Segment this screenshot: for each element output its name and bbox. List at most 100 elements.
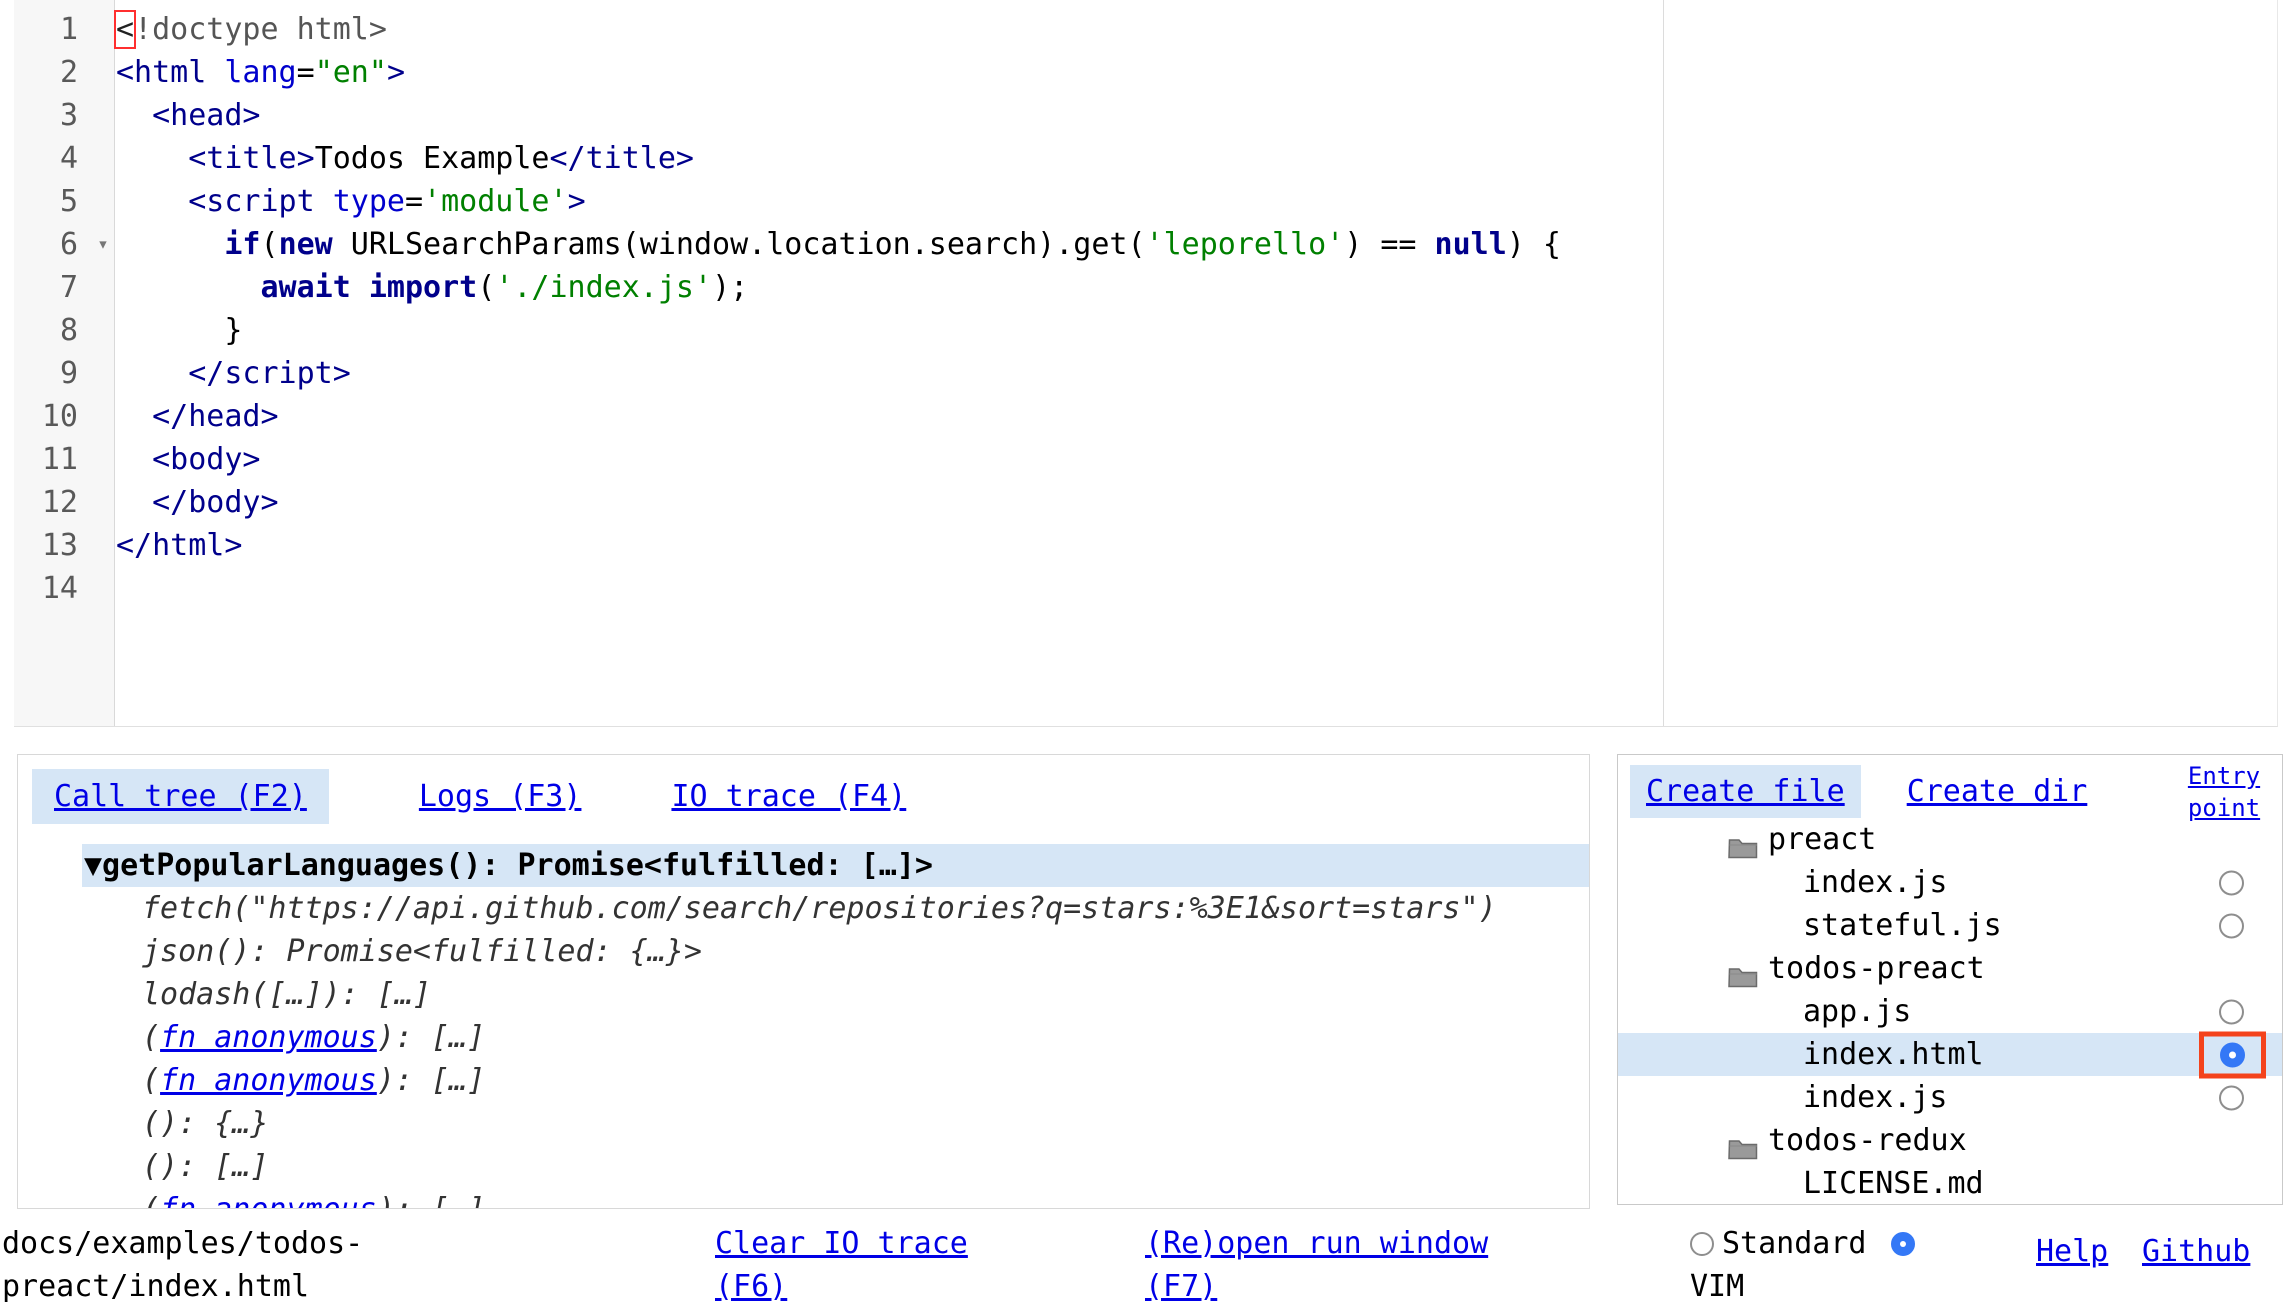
standard-keybinding-radio[interactable]: [1690, 1232, 1714, 1256]
fold-gutter-spacer: [92, 8, 114, 51]
code-token: =: [405, 184, 423, 219]
calltree-row[interactable]: (fn anonymous): […]: [18, 1059, 1589, 1102]
calltree-row-text: (: [142, 1192, 160, 1209]
tree-row-file[interactable]: stateful.js: [1618, 904, 2282, 947]
tree-row-file[interactable]: app.js: [1618, 990, 2282, 1033]
fold-gutter-spacer: [92, 180, 114, 223]
calltree-row[interactable]: fetch("https://api.github.com/search/rep…: [18, 887, 1589, 930]
tree-row-file[interactable]: LICENSE.md: [1618, 1162, 2282, 1205]
code-token: [116, 485, 152, 520]
calltree-row-text: (: [142, 1020, 160, 1055]
code-token: <html: [116, 55, 206, 90]
calltree-row-text: ): […]: [377, 1063, 485, 1098]
calltree-tabs: Call tree (F2) Logs (F3) IO trace (F4): [18, 755, 1589, 824]
code-line[interactable]: await import('./index.js');: [116, 266, 2277, 309]
clear-io-trace-button[interactable]: Clear IO trace (F6): [715, 1222, 1005, 1302]
code-line[interactable]: <body>: [116, 438, 2277, 481]
code-token: </script>: [188, 356, 351, 391]
calltree-tab[interactable]: IO trace (F4): [671, 769, 906, 824]
tree-row-file[interactable]: index.js: [1618, 861, 2282, 904]
fold-arrow-icon[interactable]: ▾: [92, 223, 114, 266]
file-name: app.js: [1803, 990, 1911, 1033]
vim-keybinding-radio[interactable]: [1891, 1232, 1915, 1256]
code-line[interactable]: <!doctype html>: [116, 8, 2277, 51]
reopen-run-window-button[interactable]: (Re)open run window (F7): [1145, 1222, 1565, 1302]
code-area[interactable]: <!doctype html><html lang="en"> <head> <…: [116, 8, 2277, 610]
calltree-tab[interactable]: Logs (F3): [419, 769, 582, 824]
fold-gutter-spacer: [92, 309, 114, 352]
anonymous-fn-link[interactable]: fn anonymous: [160, 1063, 377, 1098]
tree-row-file[interactable]: index.html: [1618, 1033, 2282, 1076]
gutter-row: 5: [14, 180, 114, 223]
tree-row-file[interactable]: index.js: [1618, 1076, 2282, 1119]
calltree-row[interactable]: (fn anonymous): […]: [18, 1016, 1589, 1059]
code-line[interactable]: </html>: [116, 524, 2277, 567]
line-number: 11: [14, 438, 92, 481]
line-number: 4: [14, 137, 92, 180]
tree-row-directory[interactable]: todos-redux: [1618, 1119, 2282, 1162]
code-line[interactable]: <script type='module'>: [116, 180, 2277, 223]
calltree-row[interactable]: lodash([…]): […]: [18, 973, 1589, 1016]
code-line[interactable]: <html lang="en">: [116, 51, 2277, 94]
help-link[interactable]: Help: [2036, 1230, 2108, 1273]
entry-point-radio[interactable]: [2220, 1042, 2245, 1067]
gutter-row: 6▾: [14, 223, 114, 266]
calltree-row-text: (): […]: [142, 1149, 268, 1184]
calltree-row[interactable]: (fn anonymous): […]: [18, 1188, 1589, 1209]
calltree-row[interactable]: (): {…}: [18, 1102, 1589, 1145]
code-token: (: [261, 227, 279, 262]
tree-row-directory[interactable]: preact: [1618, 818, 2282, 861]
line-number: 7: [14, 266, 92, 309]
calltree-row-text: ▼getPopularLanguages(): Promise<fulfille…: [84, 848, 933, 883]
code-editor[interactable]: 123456▾7891011121314 <!doctype html><htm…: [14, 0, 2278, 727]
code-line[interactable]: <title>Todos Example</title>: [116, 137, 2277, 180]
entry-point-radio-slot: [2219, 913, 2244, 938]
code-line[interactable]: if(new URLSearchParams(window.location.s…: [116, 223, 2277, 266]
calltree-row[interactable]: ▼getPopularLanguages(): Promise<fulfille…: [82, 844, 1589, 887]
github-link[interactable]: Github: [2142, 1230, 2250, 1273]
file-panel: Create file Create dir Entry point preac…: [1617, 754, 2283, 1205]
calltree-row[interactable]: json(): Promise<fulfilled: {…}>: [18, 930, 1589, 973]
code-line[interactable]: [116, 567, 2277, 610]
calltree-row[interactable]: (): […]: [18, 1145, 1589, 1188]
entry-point-radio[interactable]: [2219, 870, 2244, 895]
code-token: if: [224, 227, 260, 262]
folder-icon: [1728, 1129, 1758, 1152]
code-token: [116, 399, 152, 434]
code-token: [116, 98, 152, 133]
tree-row-content: LICENSE.md: [1618, 1162, 2282, 1205]
entry-point-radio[interactable]: [2219, 913, 2244, 938]
code-token: );: [712, 270, 748, 305]
line-number: 3: [14, 94, 92, 137]
anonymous-fn-link[interactable]: fn anonymous: [160, 1020, 377, 1055]
code-token: >: [568, 184, 586, 219]
file-panel-header: Create file Create dir Entry point: [1618, 755, 2282, 818]
create-dir-button[interactable]: Create dir: [1907, 765, 2088, 818]
tree-row-directory[interactable]: todos-preact: [1618, 947, 2282, 990]
fold-gutter-spacer: [92, 51, 114, 94]
code-line[interactable]: </head>: [116, 395, 2277, 438]
code-token: [315, 184, 333, 219]
code-token: 'module': [423, 184, 568, 219]
code-line[interactable]: <head>: [116, 94, 2277, 137]
file-name: stateful.js: [1803, 904, 2002, 947]
gutter-row: 13: [14, 524, 114, 567]
create-file-button[interactable]: Create file: [1630, 765, 1861, 818]
anonymous-fn-link[interactable]: fn anonymous: [160, 1192, 377, 1209]
calltree-tab[interactable]: Call tree (F2): [32, 769, 329, 824]
code-token: [116, 270, 261, 305]
gutter-row: 2: [14, 51, 114, 94]
code-line[interactable]: </script>: [116, 352, 2277, 395]
directory-name: preact: [1768, 818, 1876, 861]
entry-point-radio[interactable]: [2219, 999, 2244, 1024]
gutter-row: 11: [14, 438, 114, 481]
code-token: await: [261, 270, 351, 305]
code-token: lang: [224, 55, 296, 90]
code-line[interactable]: }: [116, 309, 2277, 352]
calltree-panel: Call tree (F2) Logs (F3) IO trace (F4) ▼ge…: [17, 754, 1590, 1209]
code-line[interactable]: </body>: [116, 481, 2277, 524]
calltree-row-text: json(): Promise<fulfilled: {…}>: [142, 934, 702, 969]
entry-point-radio[interactable]: [2219, 1085, 2244, 1110]
calltree-rows: ▼getPopularLanguages(): Promise<fulfille…: [18, 844, 1589, 1209]
entry-point-header[interactable]: Entry point: [2180, 760, 2268, 824]
